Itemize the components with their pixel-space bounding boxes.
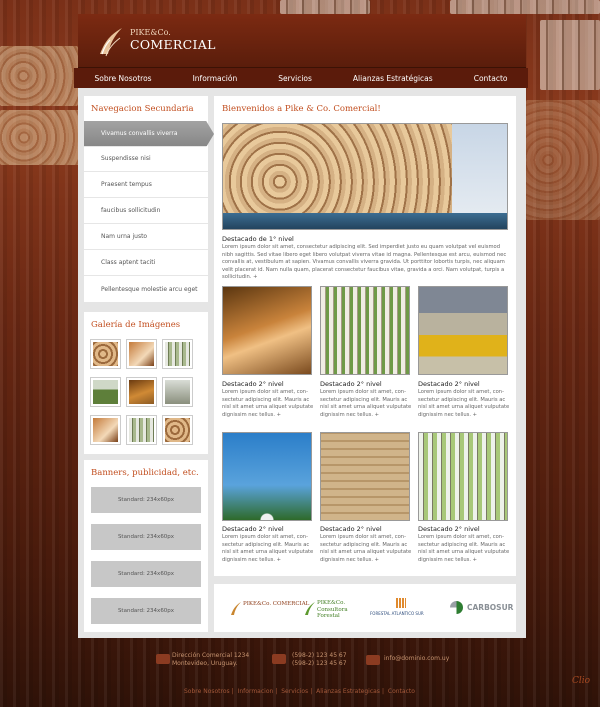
feature-caption: Destacado 2° nivel — [418, 380, 480, 388]
feature-image[interactable] — [418, 432, 508, 521]
feature-caption: Destacado 2° nivel — [222, 380, 284, 388]
gallery-thumb[interactable] — [127, 378, 156, 406]
feature-image[interactable] — [418, 286, 508, 375]
gallery-thumb[interactable] — [91, 416, 120, 444]
hero-text: Lorem ipsum dolor sit amet, consectetur … — [222, 244, 507, 281]
gallery-thumb[interactable] — [163, 340, 192, 368]
main-nav: Sobre Nosotros Información Servicios Ali… — [74, 68, 528, 88]
nav-servicios[interactable]: Servicios — [278, 74, 312, 83]
nav-informacion[interactable]: Información — [193, 74, 238, 83]
grid-mark-icon — [396, 598, 406, 608]
nav-sobre-nosotros[interactable]: Sobre Nosotros — [95, 74, 152, 83]
footer-nav-item[interactable]: Contacto — [388, 688, 415, 695]
feature-caption: Destacado 2° nivel — [320, 380, 382, 388]
gallery-thumb[interactable] — [91, 378, 120, 406]
feature-text: Lorem ipsum dolor sit amet, con-sectetur… — [418, 534, 510, 563]
feature-text: Lorem ipsum dolor sit amet, con-sectetur… — [320, 534, 412, 563]
footer-nav: Sobre Nosotros | Informacion | Servicios | … — [184, 688, 415, 695]
secondary-nav-item[interactable]: faucibus sollicitudin — [84, 198, 208, 224]
gallery-thumb[interactable] — [163, 416, 192, 444]
secondary-nav-item[interactable]: Pellentesque molestie arcu eget — [84, 276, 208, 302]
page-title: Bienvenidos a Pike & Co. Comercial! — [222, 104, 381, 114]
secondary-nav-item-active[interactable]: Vivamus convallis viverra — [84, 121, 214, 147]
secondary-nav-item[interactable]: Praesent tempus — [84, 172, 208, 198]
secondary-nav-item[interactable]: Class aptent taciti — [84, 250, 208, 276]
partner-logo-forestal-atlantico[interactable]: FORESTAL ATLANTICO SUR — [370, 598, 434, 616]
hero-image[interactable] — [222, 123, 508, 230]
feature-caption: Destacado 2° nivel — [222, 525, 284, 533]
banner-slot[interactable]: Standard: 234x60px — [91, 524, 201, 550]
feature-image[interactable] — [320, 286, 410, 375]
swallow-logo-icon — [100, 28, 122, 57]
footer-email[interactable]: info@dominio.com.uy — [384, 655, 449, 663]
swallow-logo-icon — [305, 602, 315, 615]
footer-nav-item[interactable]: Alianzas Estrategicas — [316, 688, 380, 695]
banner-slot[interactable]: Standard: 234x60px — [91, 598, 201, 624]
secondary-nav-item[interactable]: Suspendisse nisi — [84, 146, 208, 172]
banners-title: Banners, publicidad, etc. — [91, 468, 199, 478]
feature-caption: Destacado 2° nivel — [418, 525, 480, 533]
site-header: PIKE&Co. COMERCIAL — [78, 14, 526, 68]
mail-icon — [366, 655, 380, 665]
nav-contacto[interactable]: Contacto — [474, 74, 508, 83]
footer-nav-item[interactable]: Informacion — [238, 688, 274, 695]
feature-image[interactable] — [222, 286, 312, 375]
gallery-thumb[interactable] — [163, 378, 192, 406]
partner-logo-consultora[interactable]: PIKE&Co. Consultora Forestal — [304, 600, 362, 619]
footer-address: Dirección Comercial 1234 Montevideo, Uru… — [172, 652, 250, 668]
nav-alianzas[interactable]: Alianzas Estratégicas — [353, 74, 433, 83]
hero-caption: Destacado de 1° nivel — [222, 235, 294, 243]
gallery-thumb[interactable] — [127, 416, 156, 444]
footer-nav-item[interactable]: Sobre Nosotros — [184, 688, 230, 695]
home-icon — [156, 654, 170, 664]
designer-signature: Clio — [571, 676, 590, 686]
feature-image[interactable] — [222, 432, 312, 521]
gallery-title: Galería de Imágenes — [91, 320, 181, 330]
partner-logo-comercial[interactable]: PIKE&Co. COMERCIAL — [230, 600, 309, 616]
swallow-logo-icon — [231, 602, 241, 615]
banner-slot[interactable]: Standard: 234x60px — [91, 487, 201, 513]
footer-nav-item[interactable]: Servicios — [281, 688, 308, 695]
gallery-thumb[interactable] — [127, 340, 156, 368]
logo-small-text: PIKE&Co. — [130, 28, 171, 37]
logo-big-text: COMERCIAL — [130, 37, 216, 52]
feature-text: Lorem ipsum dolor sit amet, con-sectetur… — [320, 389, 412, 418]
feature-text: Lorem ipsum dolor sit amet, con-sectetur… — [222, 534, 314, 563]
secondary-nav-title: Navegacion Secundaria — [91, 104, 194, 114]
footer-phones: (598-2) 123 45 67 (598-2) 123 45 67 — [292, 652, 347, 668]
banner-slot[interactable]: Standard: 234x60px — [91, 561, 201, 587]
phone-icon — [272, 654, 286, 664]
secondary-nav-item[interactable]: Nam urna justo — [84, 224, 208, 250]
carbosur-mark-icon — [450, 601, 463, 614]
feature-text: Lorem ipsum dolor sit amet, con-sectetur… — [418, 389, 510, 418]
feature-caption: Destacado 2° nivel — [320, 525, 382, 533]
partner-logo-carbosur[interactable]: CARBOSUR — [450, 600, 513, 616]
gallery-thumb[interactable] — [91, 340, 120, 368]
feature-text: Lorem ipsum dolor sit amet, con-sectetur… — [222, 389, 314, 418]
feature-image[interactable] — [320, 432, 410, 521]
